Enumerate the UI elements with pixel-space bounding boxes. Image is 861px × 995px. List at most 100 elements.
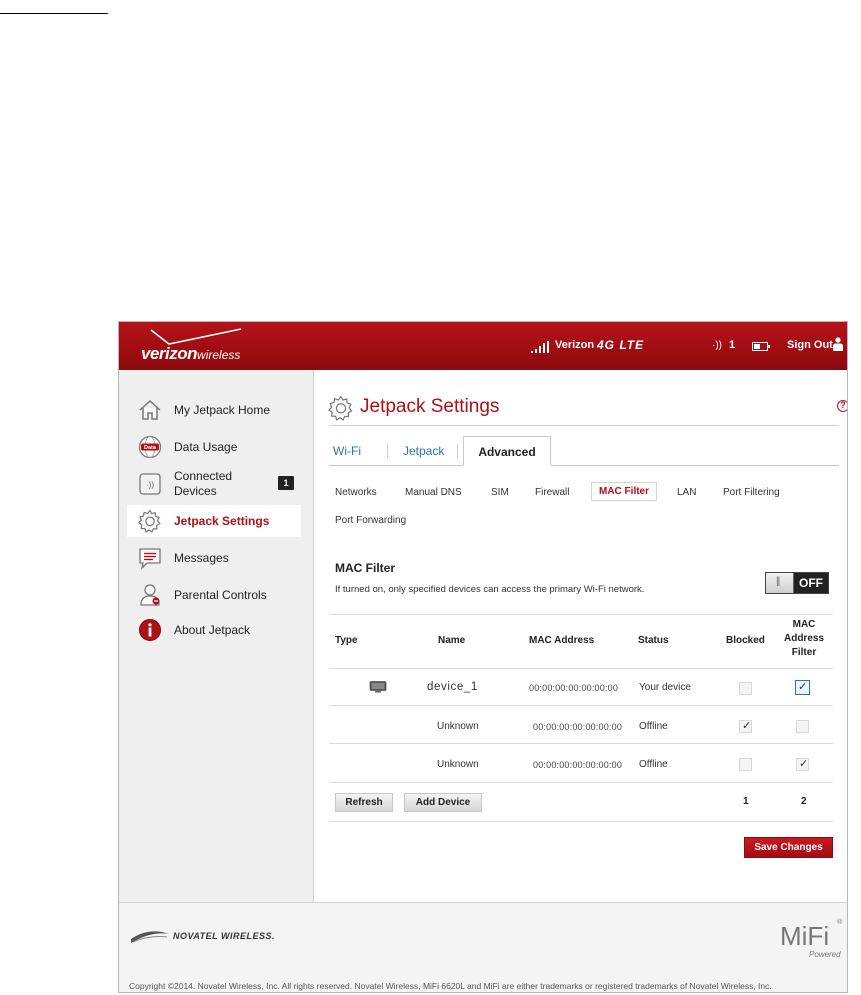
battery-level-fill (754, 344, 760, 349)
company-name: NOVATEL WIRELESS. (173, 931, 276, 941)
sidebar-item-label: Jetpack Settings (174, 514, 270, 528)
device-mac: 00:00:00:00:00:00:00 (533, 760, 623, 770)
sidebar-item-label: Parental Controls (174, 588, 267, 602)
col-header-line: Filter (791, 647, 817, 658)
row-divider (329, 782, 833, 783)
tab-advanced[interactable]: Advanced (463, 436, 551, 466)
wifi-icon: ·)) (712, 340, 722, 351)
device-status: Offline (639, 759, 668, 770)
subtab-firewall[interactable]: Firewall (535, 487, 569, 498)
row-divider (329, 743, 833, 744)
title-divider (329, 425, 839, 426)
sidebar-item-parental-controls[interactable]: Parental Controls (127, 579, 301, 611)
copyright-text: Copyright ©2014. Novatel Wireless, Inc. … (129, 981, 772, 991)
brand-light: wireless (197, 348, 241, 362)
novatel-logo-icon (131, 931, 169, 943)
mac-filter-checkbox[interactable] (796, 720, 809, 733)
blocked-checkbox[interactable] (739, 719, 752, 733)
table-bottom-rule (329, 821, 833, 822)
message-icon (139, 548, 161, 570)
subtab-port-forwarding[interactable]: Port Forwarding (335, 515, 406, 526)
tab-jetpack[interactable]: Jetpack (403, 436, 449, 466)
footer: NOVATEL WIRELESS. MiFi ® Powered Copyrig… (119, 902, 847, 992)
blocked-count: 1 (743, 796, 749, 807)
sidebar-item-home[interactable]: My Jetpack Home (127, 394, 301, 426)
sidebar-item-label: Data Usage (174, 440, 238, 454)
device-mac: 00:00:00:00:00:00:00 (533, 722, 623, 732)
user-icon[interactable] (833, 337, 843, 351)
sidebar-item-about[interactable]: About Jetpack (127, 614, 301, 646)
filter-count: 2 (801, 796, 807, 807)
sidebar-item-label: Messages (174, 551, 229, 565)
subtab-mac-filter[interactable]: MAC Filter (591, 482, 657, 501)
page-title: Jetpack Settings (360, 396, 500, 417)
sidebar-item-label: My Jetpack Home (174, 403, 271, 417)
col-header-line: Address (783, 633, 824, 644)
header-bar: verizonwireless Verizon 4G LTE ·)) 1 Sig… (119, 322, 847, 370)
sidebar-item-data-usage[interactable]: Data Data Usage (127, 431, 301, 463)
device-mac: 00:00:00:00:00:00:00 (529, 683, 619, 693)
help-icon[interactable]: ? (837, 400, 847, 412)
top-rule (0, 13, 108, 14)
save-changes-button[interactable]: Save Changes (744, 837, 833, 858)
device-name: Unknown (437, 759, 479, 770)
subtab-lan[interactable]: LAN (677, 487, 696, 498)
mac-filter-toggle[interactable]: OFF (765, 572, 829, 594)
toggle-knob (766, 573, 794, 593)
col-header-mac-address-filter: MAC Address Filter (777, 618, 831, 660)
home-icon (139, 399, 161, 420)
sign-out-link[interactable]: Sign Out (787, 339, 833, 351)
verizon-logo: verizonwireless (141, 328, 281, 364)
col-header-status: Status (638, 635, 669, 646)
device-name: Unknown (437, 721, 479, 732)
col-header-mac: MAC Address (529, 635, 595, 646)
mifi-registered-mark: ® (837, 919, 843, 926)
mifi-tagline: Powered (809, 950, 841, 959)
monitor-icon (369, 681, 387, 693)
sidebar-item-messages[interactable]: Messages (127, 542, 301, 574)
section-description: If turned on, only specified devices can… (335, 584, 645, 595)
col-header-name: Name (438, 635, 466, 646)
refresh-button[interactable]: Refresh (335, 793, 393, 812)
blocked-checkbox[interactable] (739, 682, 752, 695)
carrier-name: Verizon (555, 339, 595, 351)
col-header-line: MAC (792, 619, 816, 630)
battery-icon (752, 342, 770, 351)
svg-text:·)): ·)) (146, 481, 154, 490)
network-type-label: 4G LTE (597, 338, 645, 352)
gear-icon (328, 395, 353, 421)
sidebar-item-label: Connected Devices (174, 469, 233, 498)
svg-text:Data: Data (144, 445, 157, 451)
tab-wifi[interactable]: Wi-Fi (333, 436, 365, 466)
connected-devices-icon: ·)) (139, 473, 161, 495)
tab-separator (457, 444, 458, 458)
subtab-networks[interactable]: Networks (335, 487, 377, 498)
col-header-blocked: Blocked (726, 635, 765, 646)
tab-divider (329, 465, 839, 466)
data-globe-icon: Data (138, 435, 162, 459)
device-name: device_1 (427, 681, 478, 693)
sidebar-item-label: About Jetpack (174, 623, 251, 637)
signal-strength-icon (531, 341, 549, 353)
mac-filter-checkbox[interactable] (795, 680, 810, 695)
blocked-checkbox[interactable] (739, 758, 752, 771)
table-header-rule (329, 668, 833, 669)
info-icon (139, 619, 161, 641)
table-top-rule (329, 614, 833, 615)
subtab-manual-dns[interactable]: Manual DNS (405, 487, 462, 498)
col-header-type: Type (335, 635, 358, 646)
add-device-button[interactable]: Add Device (404, 793, 482, 812)
wifi-client-count: 1 (729, 339, 736, 351)
toggle-state-label: OFF (799, 576, 823, 590)
sidebar-item-connected-devices[interactable]: ·)) Connected Devices 1 (127, 468, 301, 500)
jetpack-window: verizonwireless Verizon 4G LTE ·)) 1 Sig… (118, 321, 848, 993)
subtab-port-filtering[interactable]: Port Filtering (723, 487, 780, 498)
brand-bold: verizon (141, 344, 198, 363)
subtab-sim[interactable]: SIM (491, 487, 509, 498)
tab-separator (387, 444, 388, 458)
connected-count-badge: 1 (278, 476, 294, 490)
row-divider (329, 705, 833, 706)
sidebar-item-jetpack-settings[interactable]: Jetpack Settings (127, 505, 301, 537)
device-status: Offline (639, 721, 668, 732)
mac-filter-checkbox[interactable] (796, 757, 809, 771)
